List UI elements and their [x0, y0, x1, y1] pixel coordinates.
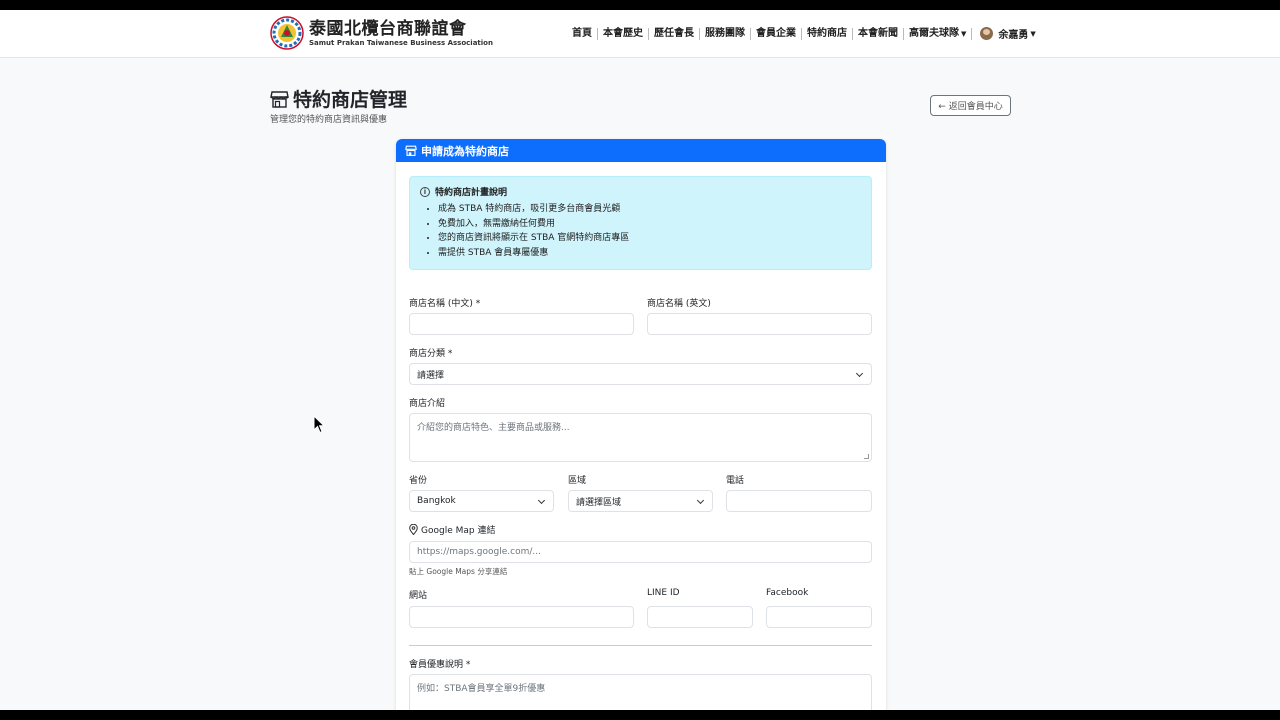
nav-home[interactable]: 首頁 — [567, 27, 598, 40]
brand-title: 泰國北欖台商聯誼會 — [309, 18, 467, 39]
browser-viewport: 泰國北欖台商聯誼會 Samut Prakan Taiwanese Busines… — [0, 10, 1280, 710]
intro-label: 商店介紹 — [409, 399, 446, 409]
caret-down-icon: ▼ — [961, 29, 967, 38]
store-name-en-label: 商店名稱 (英文) — [647, 299, 711, 309]
caret-down-icon: ▼ — [1030, 29, 1036, 38]
google-map-hint: 貼上 Google Maps 分享連結 — [409, 567, 508, 576]
store-name-zh-input[interactable] — [409, 313, 634, 335]
apply-store-card: 申請成為特約商店 i 特約商店計畫說明 成為 STBA 特約商店，吸引更多台商會… — [396, 139, 886, 710]
store-icon — [405, 145, 417, 156]
map-pin-icon — [409, 524, 418, 535]
back-to-member-center-button[interactable]: ← 返回會員中心 — [930, 95, 1011, 116]
card-title: 申請成為特約商店 — [421, 144, 509, 158]
nav-service-team[interactable]: 服務團隊 — [700, 27, 751, 40]
page-title: 特約商店管理 — [270, 85, 407, 112]
program-info-alert: i 特約商店計畫說明 成為 STBA 特約商店，吸引更多台商會員光顧 免費加入，… — [409, 176, 872, 270]
divider — [409, 645, 872, 646]
card-header: 申請成為特約商店 — [396, 139, 886, 162]
member-offer-label: 會員優惠說明 * — [409, 660, 471, 670]
store-name-zh-label: 商店名稱 (中文) * — [409, 299, 481, 309]
facebook-label: Facebook — [766, 588, 809, 598]
google-map-input[interactable]: https://maps.google.com/... — [409, 541, 872, 563]
district-label: 區域 — [568, 476, 587, 486]
avatar — [980, 27, 994, 40]
category-select[interactable]: 請選擇 — [409, 363, 872, 385]
page-subtitle: 管理您的特約商店資訊與優惠 — [270, 115, 388, 125]
intro-textarea[interactable]: 介紹您的商店特色、主要商品或服務... — [409, 413, 872, 462]
association-logo-icon — [270, 16, 304, 50]
category-label: 商店分類 * — [409, 349, 453, 359]
district-select[interactable]: 請選擇區域 — [568, 490, 713, 512]
alert-list: 成為 STBA 特約商店，吸引更多台商會員光顧 免費加入，無需繳納任何費用 您的… — [420, 202, 861, 260]
facebook-input[interactable] — [766, 606, 872, 628]
list-item: 需提供 STBA 會員專屬優惠 — [438, 246, 861, 261]
phone-label: 電話 — [726, 476, 745, 486]
nav-partner-stores[interactable]: 特約商店 — [802, 27, 853, 40]
top-navbar: 泰國北欖台商聯誼會 Samut Prakan Taiwanese Busines… — [0, 10, 1280, 58]
alert-title: i 特約商店計畫說明 — [420, 185, 861, 198]
member-offer-textarea[interactable]: 例如：STBA會員享全單9折優惠 — [409, 674, 872, 710]
website-label: 網站 — [409, 591, 428, 601]
info-icon: i — [420, 186, 430, 197]
member-offer-placeholder: 例如：STBA會員享全單9折優惠 — [417, 684, 546, 694]
nav-history[interactable]: 本會歷史 — [598, 27, 649, 40]
main-nav: 首頁 本會歷史 歷任會長 服務團隊 會員企業 特約商店 本會新聞 高爾夫球隊 ▼ … — [567, 26, 1036, 41]
province-label: 省份 — [409, 476, 428, 486]
brand[interactable]: 泰國北欖台商聯誼會 Samut Prakan Taiwanese Busines… — [270, 16, 493, 50]
store-icon — [270, 90, 289, 108]
store-name-en-input[interactable] — [647, 313, 872, 335]
intro-placeholder: 介紹您的商店特色、主要商品或服務... — [417, 423, 570, 433]
list-item: 成為 STBA 特約商店，吸引更多台商會員光顧 — [438, 202, 861, 217]
google-map-label-text: Google Map 連結 — [421, 526, 496, 536]
nav-news[interactable]: 本會新聞 — [853, 27, 904, 40]
province-select[interactable]: Bangkok — [409, 490, 554, 512]
nav-golf-label: 高爾夫球隊 — [909, 27, 959, 39]
nav-member-companies[interactable]: 會員企業 — [751, 27, 802, 40]
page-title-text: 特約商店管理 — [293, 89, 408, 111]
resize-handle-icon[interactable] — [864, 454, 869, 459]
brand-subtitle: Samut Prakan Taiwanese Business Associat… — [309, 38, 493, 47]
line-id-label: LINE ID — [647, 588, 680, 598]
list-item: 免費加入，無需繳納任何費用 — [438, 217, 861, 232]
website-input[interactable] — [409, 606, 634, 628]
mouse-cursor-icon — [313, 415, 325, 434]
user-menu[interactable]: 余嘉勇 ▼ — [980, 26, 1036, 41]
list-item: 您的商店資訊將顯示在 STBA 官網特約商店專區 — [438, 231, 861, 246]
google-map-label: Google Map 連結 — [409, 523, 495, 536]
nav-golf-dropdown[interactable]: 高爾夫球隊 ▼ — [904, 27, 973, 40]
alert-title-text: 特約商店計畫說明 — [435, 188, 508, 198]
user-name: 余嘉勇 — [998, 30, 1029, 41]
phone-input[interactable] — [726, 490, 872, 512]
line-id-input[interactable] — [647, 606, 753, 628]
nav-past-presidents[interactable]: 歷任會長 — [649, 27, 700, 40]
